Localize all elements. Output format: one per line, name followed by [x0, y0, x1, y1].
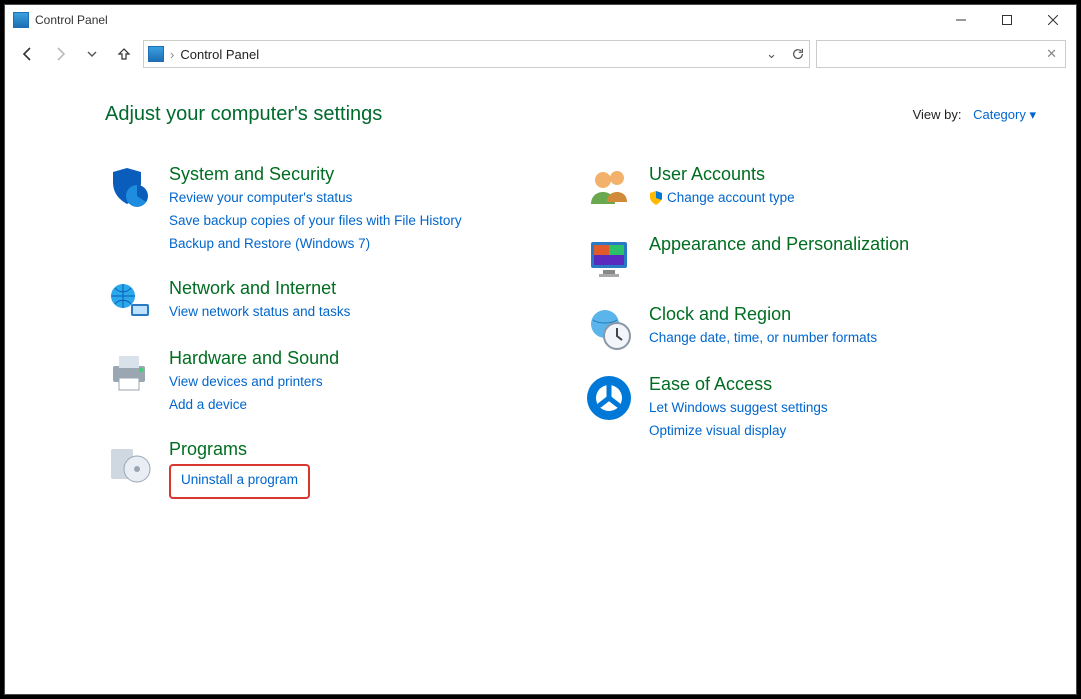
category-title[interactable]: Ease of Access	[649, 374, 828, 395]
breadcrumb[interactable]: Control Panel	[180, 47, 259, 62]
uac-shield-icon	[649, 191, 663, 205]
address-icon	[148, 46, 164, 62]
category-ease-of-access: Ease of Access Let Windows suggest setti…	[585, 374, 1025, 443]
clear-search-icon[interactable]: ✕	[1046, 46, 1057, 62]
breadcrumb-sep-icon: ›	[170, 47, 174, 62]
sub-link[interactable]: Change account type	[667, 187, 795, 210]
category-network: Network and Internet View network status…	[105, 278, 545, 326]
control-panel-icon	[13, 12, 29, 28]
back-button[interactable]	[15, 41, 41, 67]
sub-link[interactable]: Let Windows suggest settings	[649, 397, 828, 420]
recent-dropdown[interactable]	[79, 41, 105, 67]
sub-link[interactable]: Backup and Restore (Windows 7)	[169, 233, 370, 256]
view-by-value: Category	[973, 107, 1026, 122]
category-title[interactable]: System and Security	[169, 164, 462, 185]
address-bar[interactable]: › Control Panel ⌄	[143, 40, 810, 68]
category-title[interactable]: Programs	[169, 439, 310, 460]
content-header: Adjust your computer's settings View by:…	[105, 103, 1036, 126]
window-title: Control Panel	[35, 13, 108, 27]
category-programs: Programs Uninstall a program	[105, 439, 545, 499]
disc-box-icon	[105, 439, 153, 487]
monitor-colors-icon	[585, 234, 633, 282]
ease-of-access-icon	[585, 374, 633, 422]
page-title: Adjust your computer's settings	[105, 103, 382, 126]
sub-link[interactable]: View network status and tasks	[169, 301, 350, 324]
category-columns: System and Security Review your computer…	[105, 164, 1036, 521]
category-title[interactable]: Network and Internet	[169, 278, 350, 299]
sub-link[interactable]: Optimize visual display	[649, 420, 786, 443]
left-column: System and Security Review your computer…	[105, 164, 545, 521]
people-icon	[585, 164, 633, 212]
highlight-box: Uninstall a program	[169, 464, 310, 499]
category-title[interactable]: Appearance and Personalization	[649, 234, 909, 255]
sub-link[interactable]: View devices and printers	[169, 371, 323, 394]
globe-network-icon	[105, 278, 153, 326]
category-title[interactable]: Clock and Region	[649, 304, 877, 325]
category-hardware: Hardware and Sound View devices and prin…	[105, 348, 545, 417]
minimize-button[interactable]	[938, 5, 984, 35]
right-column: User Accounts Change account type	[585, 164, 1025, 521]
category-appearance: Appearance and Personalization	[585, 234, 1025, 282]
category-title[interactable]: User Accounts	[649, 164, 795, 185]
nav-row: › Control Panel ⌄ ✕	[5, 35, 1076, 73]
sub-link[interactable]: Change date, time, or number formats	[649, 327, 877, 350]
sub-link[interactable]: Review your computer's status	[169, 187, 352, 210]
up-button[interactable]	[111, 41, 137, 67]
titlebar: Control Panel	[5, 5, 1076, 35]
content-area: Adjust your computer's settings View by:…	[5, 73, 1076, 694]
view-by-control[interactable]: View by: Category ▾	[913, 107, 1036, 123]
clock-globe-icon	[585, 304, 633, 352]
address-dropdown-icon[interactable]: ⌄	[766, 46, 777, 62]
sub-link-uninstall[interactable]: Uninstall a program	[181, 469, 298, 492]
category-clock-region: Clock and Region Change date, time, or n…	[585, 304, 1025, 352]
view-by-label: View by:	[913, 107, 962, 122]
maximize-button[interactable]	[984, 5, 1030, 35]
sub-link[interactable]: Save backup copies of your files with Fi…	[169, 210, 462, 233]
forward-button[interactable]	[47, 41, 73, 67]
category-system-security: System and Security Review your computer…	[105, 164, 545, 256]
printer-icon	[105, 348, 153, 396]
close-button[interactable]	[1030, 5, 1076, 35]
category-user-accounts: User Accounts Change account type	[585, 164, 1025, 212]
shield-pie-icon	[105, 164, 153, 212]
chevron-down-icon: ▾	[1029, 107, 1036, 122]
category-title[interactable]: Hardware and Sound	[169, 348, 339, 369]
refresh-icon[interactable]	[791, 47, 805, 61]
control-panel-window: Control Panel › Control Panel	[4, 4, 1077, 695]
search-input[interactable]: ✕	[816, 40, 1066, 68]
sub-link[interactable]: Add a device	[169, 394, 247, 417]
